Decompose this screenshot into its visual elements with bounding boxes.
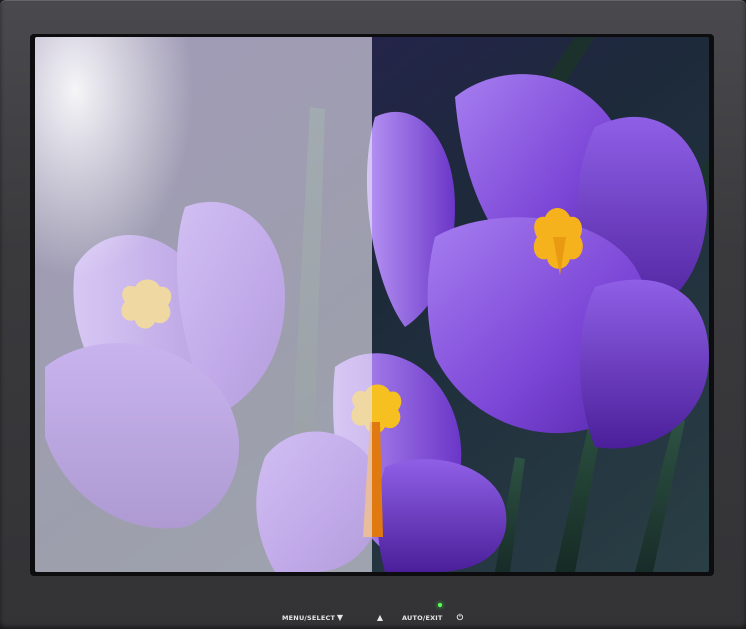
down-arrow-button[interactable]: ▼ — [334, 612, 346, 624]
menu-select-button[interactable]: MENU/SELECT — [282, 612, 335, 624]
auto-exit-button[interactable]: AUTO/EXIT — [402, 612, 442, 624]
up-arrow-button[interactable]: ▲ — [374, 612, 386, 624]
monitor-control-bar: MENU/SELECT ▼ ▲ AUTO/EXIT ⏻ — [0, 612, 746, 628]
monitor-screen — [35, 37, 709, 572]
power-led-indicator — [438, 603, 442, 607]
power-icon[interactable]: ⏻ — [454, 612, 466, 624]
crocus-photo — [35, 37, 709, 572]
